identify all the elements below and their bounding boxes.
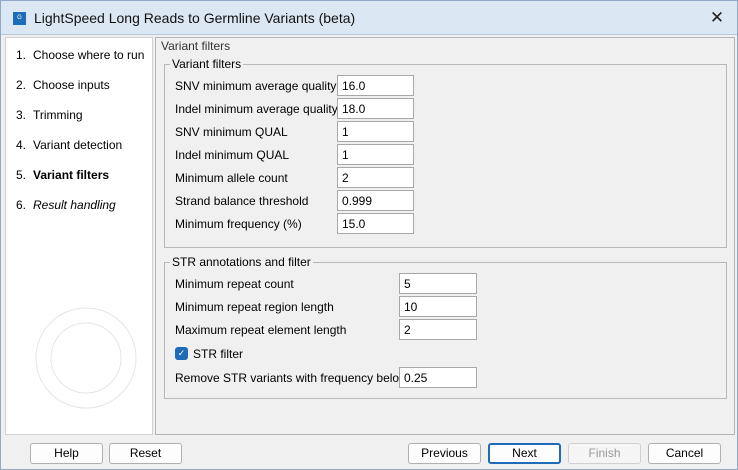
decorative-swirl-icon <box>35 307 137 409</box>
reset-button[interactable]: Reset <box>109 443 182 464</box>
min-allele-count-input[interactable] <box>337 167 414 188</box>
field-label: Remove STR variants with frequency below <box>175 371 408 385</box>
str-group: STR annotations and filter Minimum repea… <box>164 255 727 399</box>
field-label: Indel minimum average quality <box>175 102 338 116</box>
snv-min-avg-quality-input[interactable] <box>337 75 414 96</box>
field-label: Minimum repeat count <box>175 277 294 291</box>
strand-balance-threshold-input[interactable] <box>337 190 414 211</box>
snv-min-qual-input[interactable] <box>337 121 414 142</box>
title-bar: G LightSpeed Long Reads to Germline Vari… <box>1 1 737 35</box>
indel-min-avg-quality-input[interactable] <box>337 98 414 119</box>
next-button[interactable]: Next <box>488 443 561 464</box>
max-repeat-element-length-input[interactable] <box>399 319 477 340</box>
app-icon: G <box>13 12 26 25</box>
field-label: SNV minimum QUAL <box>175 125 288 139</box>
indel-min-qual-input[interactable] <box>337 144 414 165</box>
field-label: Minimum allele count <box>175 171 288 185</box>
help-button[interactable]: Help <box>30 443 103 464</box>
wizard-steps: 1. Choose where to run 2. Choose inputs 3.… <box>5 37 153 435</box>
section-title: Variant filters <box>161 39 231 53</box>
main-panel: Variant filters Variant filters SNV mini… <box>155 37 735 435</box>
step-result-handling[interactable]: 6. Result handling <box>16 198 116 212</box>
field-label: Strand balance threshold <box>175 194 309 208</box>
str-filter-checkbox[interactable]: ✓ <box>175 347 188 360</box>
group-title: Variant filters <box>170 57 244 71</box>
variant-filters-group: Variant filters SNV minimum average qual… <box>164 57 727 248</box>
dialog-window: G LightSpeed Long Reads to Germline Vari… <box>0 0 738 470</box>
window-title: LightSpeed Long Reads to Germline Varian… <box>34 10 356 26</box>
str-filter-label: STR filter <box>193 347 244 361</box>
field-label: Minimum frequency (%) <box>175 217 302 231</box>
step-variant-filters[interactable]: 5. Variant filters <box>16 168 109 182</box>
min-repeat-count-input[interactable] <box>399 273 477 294</box>
field-label: Indel minimum QUAL <box>175 148 290 162</box>
close-icon[interactable]: ✕ <box>705 7 729 29</box>
step-trimming[interactable]: 3. Trimming <box>16 108 83 122</box>
str-frequency-input[interactable] <box>399 367 477 388</box>
min-frequency-input[interactable] <box>337 213 414 234</box>
field-label: Minimum repeat region length <box>175 300 334 314</box>
min-repeat-region-length-input[interactable] <box>399 296 477 317</box>
field-label: SNV minimum average quality <box>175 79 337 93</box>
step-choose-where-to-run[interactable]: 1. Choose where to run <box>16 48 144 62</box>
group-title: STR annotations and filter <box>170 255 313 269</box>
step-choose-inputs[interactable]: 2. Choose inputs <box>16 78 110 92</box>
cancel-button[interactable]: Cancel <box>648 443 721 464</box>
previous-button[interactable]: Previous <box>408 443 481 464</box>
field-label: Maximum repeat element length <box>175 323 347 337</box>
finish-button[interactable]: Finish <box>568 443 641 464</box>
step-variant-detection[interactable]: 4. Variant detection <box>16 138 122 152</box>
